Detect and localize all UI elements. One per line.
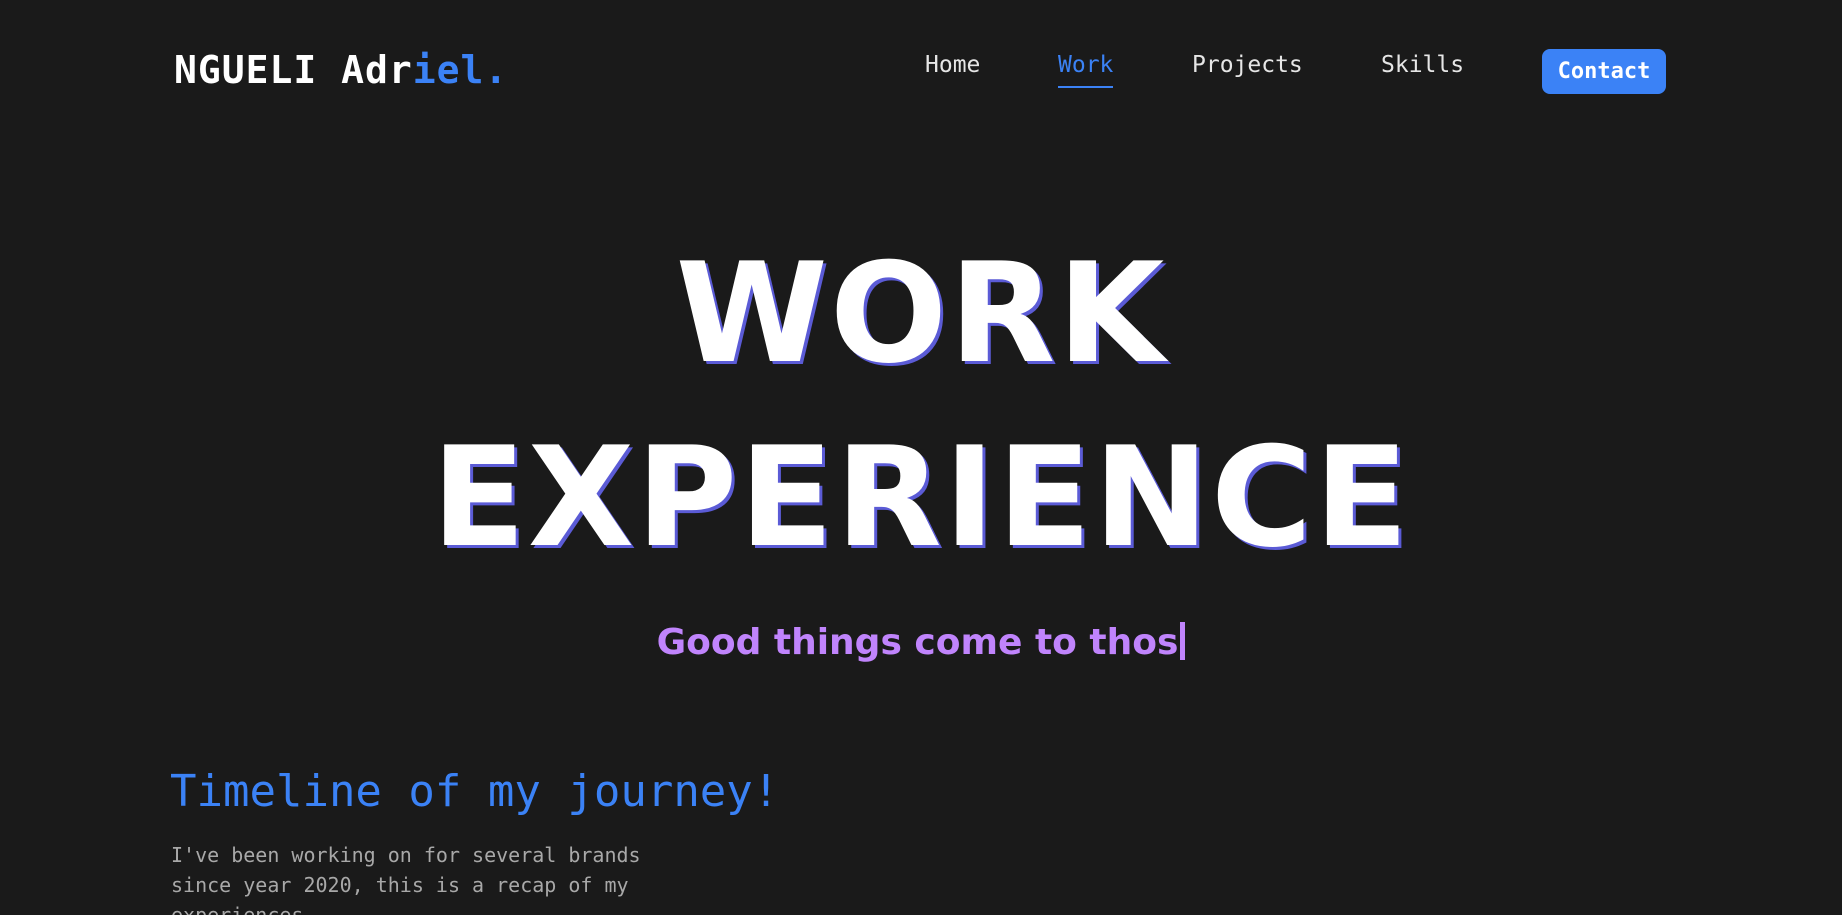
timeline-description: I've been working on for several brands …	[171, 843, 641, 915]
contact-button[interactable]: Contact	[1542, 49, 1666, 94]
typewriter-text: Good things come to thos	[656, 622, 1179, 663]
nav-skills-link[interactable]: Skills	[1381, 52, 1464, 78]
hero-title-line-1: WORK	[675, 233, 1167, 394]
nav-work-link[interactable]: Work	[1058, 52, 1114, 88]
nav-projects-link[interactable]: Projects	[1192, 52, 1303, 78]
nav-home-link[interactable]: Home	[925, 52, 980, 78]
hero-title: WORK EXPERIENCE	[0, 222, 1842, 590]
timeline-title: Timeline of my journey!	[170, 766, 780, 817]
hero-title-line-2: EXPERIENCE	[431, 417, 1411, 578]
hero-tagline: Good things come to thos	[0, 622, 1842, 663]
typing-cursor-icon	[1180, 622, 1186, 660]
